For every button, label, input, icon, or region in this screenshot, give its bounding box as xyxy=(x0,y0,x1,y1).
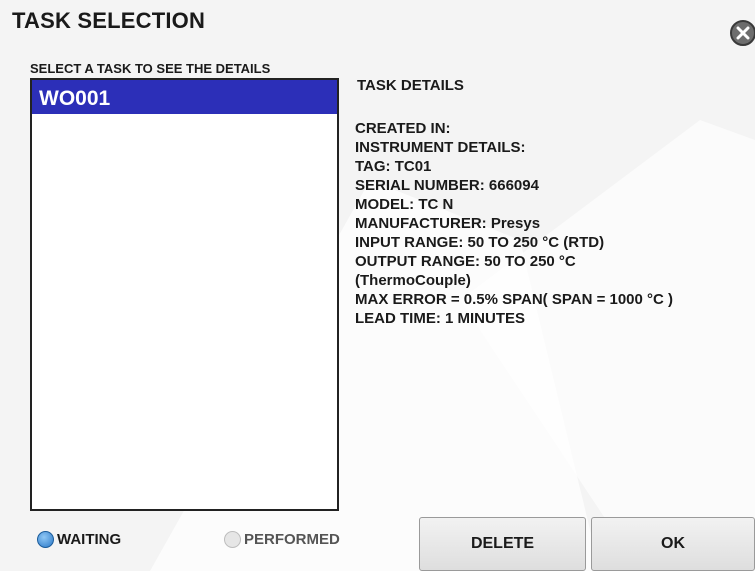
lead-time: LEAD TIME: 1 MINUTES xyxy=(355,310,526,327)
tag: TAG: TC01 xyxy=(355,158,432,175)
manufacturer: MANUFACTURER: Presys xyxy=(355,215,541,232)
performed-radio[interactable]: PERFORMED xyxy=(224,531,340,548)
task-list[interactable]: WO001 xyxy=(30,78,339,511)
dialog-title: TASK SELECTION xyxy=(12,8,206,33)
waiting-label: WAITING xyxy=(57,531,122,548)
output-range: OUTPUT RANGE: 50 TO 250 °C xyxy=(355,253,576,270)
max-error: MAX ERROR = 0.5% SPAN( SPAN = 1000 °C ) xyxy=(355,291,674,308)
delete-button[interactable]: DELETE xyxy=(419,517,586,571)
task-selection-dialog: TASK SELECTION SELECT A TASK TO SEE THE … xyxy=(0,0,755,571)
radio-unselected-icon xyxy=(224,531,241,548)
model: MODEL: TC N xyxy=(355,196,454,213)
input-range: INPUT RANGE: 50 TO 250 °C (RTD) xyxy=(355,234,605,251)
waiting-radio[interactable]: WAITING xyxy=(37,531,121,548)
close-icon xyxy=(736,26,750,40)
radio-selected-icon xyxy=(37,531,54,548)
performed-label: PERFORMED xyxy=(244,531,340,548)
task-details: CREATED IN: INSTRUMENT DETAILS: TAG: TC0… xyxy=(355,119,750,328)
serial-number: SERIAL NUMBER: 666094 xyxy=(355,177,539,194)
created-in: CREATED IN: xyxy=(355,120,451,137)
task-list-label: SELECT A TASK TO SEE THE DETAILS xyxy=(30,61,271,76)
close-button[interactable] xyxy=(730,20,755,46)
task-item-wo001[interactable]: WO001 xyxy=(32,80,337,114)
instrument-details: INSTRUMENT DETAILS: xyxy=(355,139,526,156)
output-type: (ThermoCouple) xyxy=(355,272,471,289)
ok-button[interactable]: OK xyxy=(591,517,755,571)
task-details-title: TASK DETAILS xyxy=(357,77,464,94)
